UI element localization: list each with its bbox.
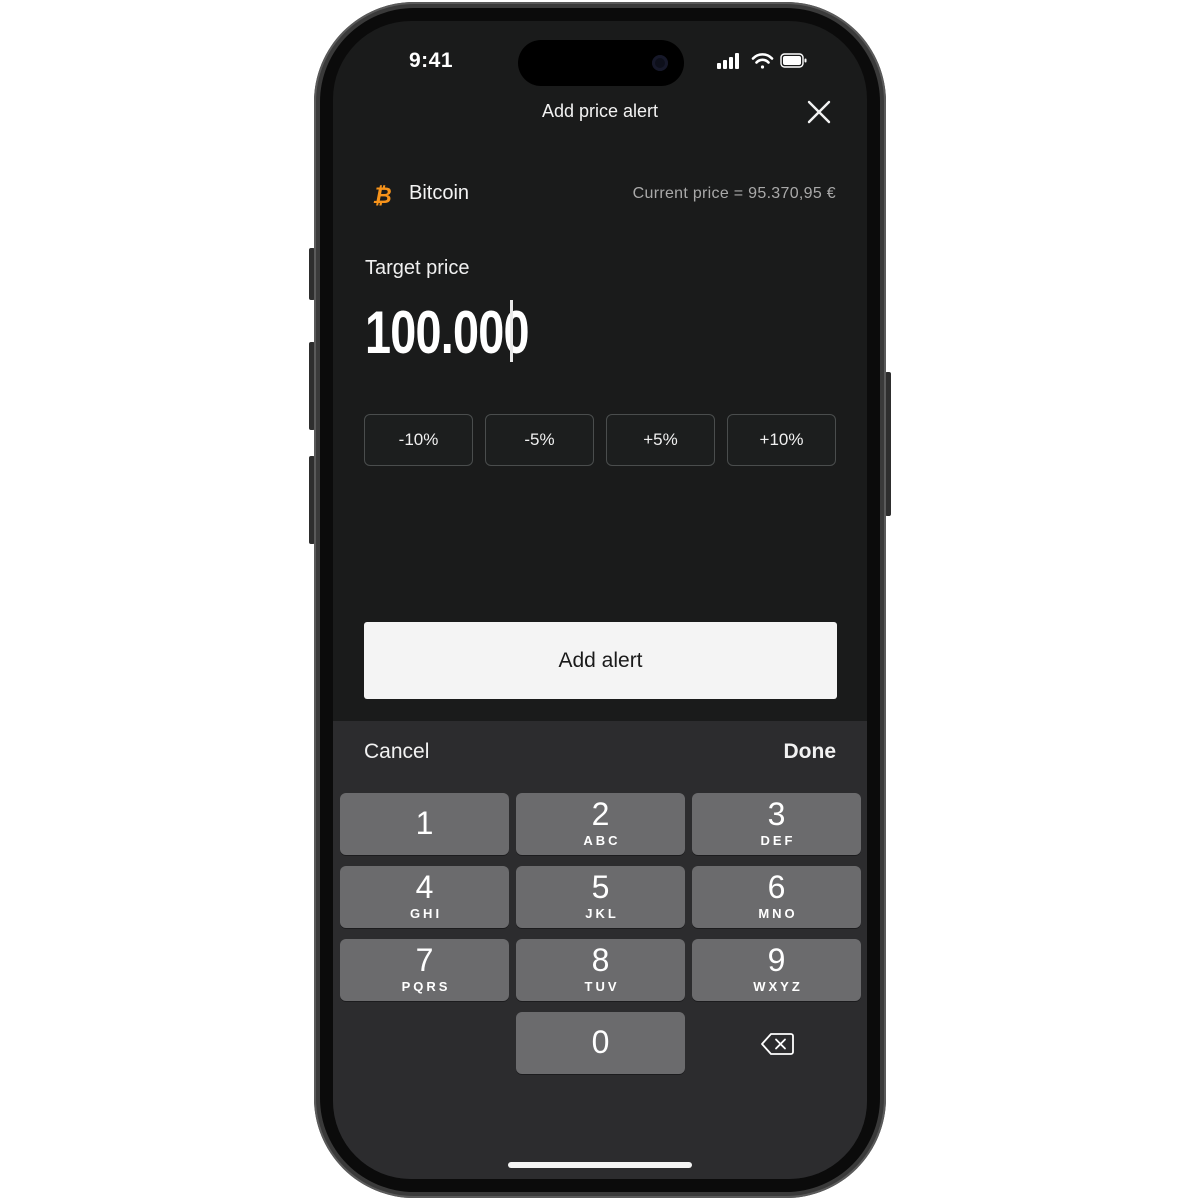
text-caret: [510, 300, 513, 362]
current-price: Current price = 95.370,95 €: [632, 185, 836, 202]
bitcoin-icon: ₿: [372, 184, 391, 208]
backspace-icon[interactable]: [760, 1032, 794, 1056]
dynamic-island: [518, 40, 684, 86]
key-letters: MNO: [758, 906, 798, 921]
signal-icon: [717, 53, 739, 69]
key-digit: 0: [591, 1024, 610, 1060]
wifi-icon: [751, 53, 774, 69]
front-camera: [652, 55, 668, 71]
target-price-value: 100.000: [365, 298, 529, 366]
key-0[interactable]: 0: [516, 1012, 685, 1074]
battery-icon: [780, 53, 807, 68]
close-icon[interactable]: [805, 98, 833, 126]
key-digit: 3: [767, 796, 786, 832]
plus-10-percent-button[interactable]: +10%: [727, 414, 836, 466]
key-digit: 9: [767, 942, 786, 978]
key-5[interactable]: 5 JKL: [516, 866, 685, 928]
key-letters: PQRS: [401, 979, 451, 994]
key-letters: WXYZ: [753, 979, 803, 994]
key-digit: 2: [591, 796, 610, 832]
key-1[interactable]: 1: [340, 793, 509, 855]
page-title: Add price alert: [541, 101, 659, 121]
key-6[interactable]: 6 MNO: [692, 866, 861, 928]
key-letters: JKL: [585, 906, 619, 921]
svg-text:₿: ₿: [372, 184, 391, 208]
keyboard-done-button[interactable]: Done: [784, 740, 837, 764]
minus-10-percent-button[interactable]: -10%: [364, 414, 473, 466]
key-3[interactable]: 3 DEF: [692, 793, 861, 855]
screen: 9:41 Add price alert ₿ Bitcoin Current p…: [333, 21, 867, 1179]
key-7[interactable]: 7 PQRS: [340, 939, 509, 1001]
key-digit: 5: [591, 869, 610, 905]
key-letters: DEF: [760, 833, 796, 848]
key-digit: 6: [767, 869, 786, 905]
keyboard-cancel-button[interactable]: Cancel: [364, 740, 429, 764]
home-indicator[interactable]: [508, 1162, 692, 1168]
key-letters: TUV: [584, 979, 620, 994]
percent-adjustments: -10% -5% +5% +10%: [364, 414, 837, 466]
target-price-label: Target price: [365, 257, 470, 279]
add-alert-button[interactable]: Add alert: [364, 622, 837, 699]
status-icons: [717, 53, 807, 69]
key-letters: ABC: [583, 833, 621, 848]
key-digit: 7: [415, 942, 434, 978]
key-8[interactable]: 8 TUV: [516, 939, 685, 1001]
key-4[interactable]: 4 GHI: [340, 866, 509, 928]
key-9[interactable]: 9 WXYZ: [692, 939, 861, 1001]
status-time: 9:41: [409, 49, 454, 72]
key-letters: GHI: [409, 906, 443, 921]
minus-5-percent-button[interactable]: -5%: [485, 414, 594, 466]
plus-5-percent-button[interactable]: +5%: [606, 414, 715, 466]
key-digit: 1: [415, 805, 434, 841]
asset-name: Bitcoin: [409, 182, 470, 204]
target-price-input[interactable]: 100.000: [365, 297, 575, 367]
key-2[interactable]: 2 ABC: [516, 793, 685, 855]
key-digit: 4: [415, 869, 434, 905]
key-digit: 8: [591, 942, 610, 978]
